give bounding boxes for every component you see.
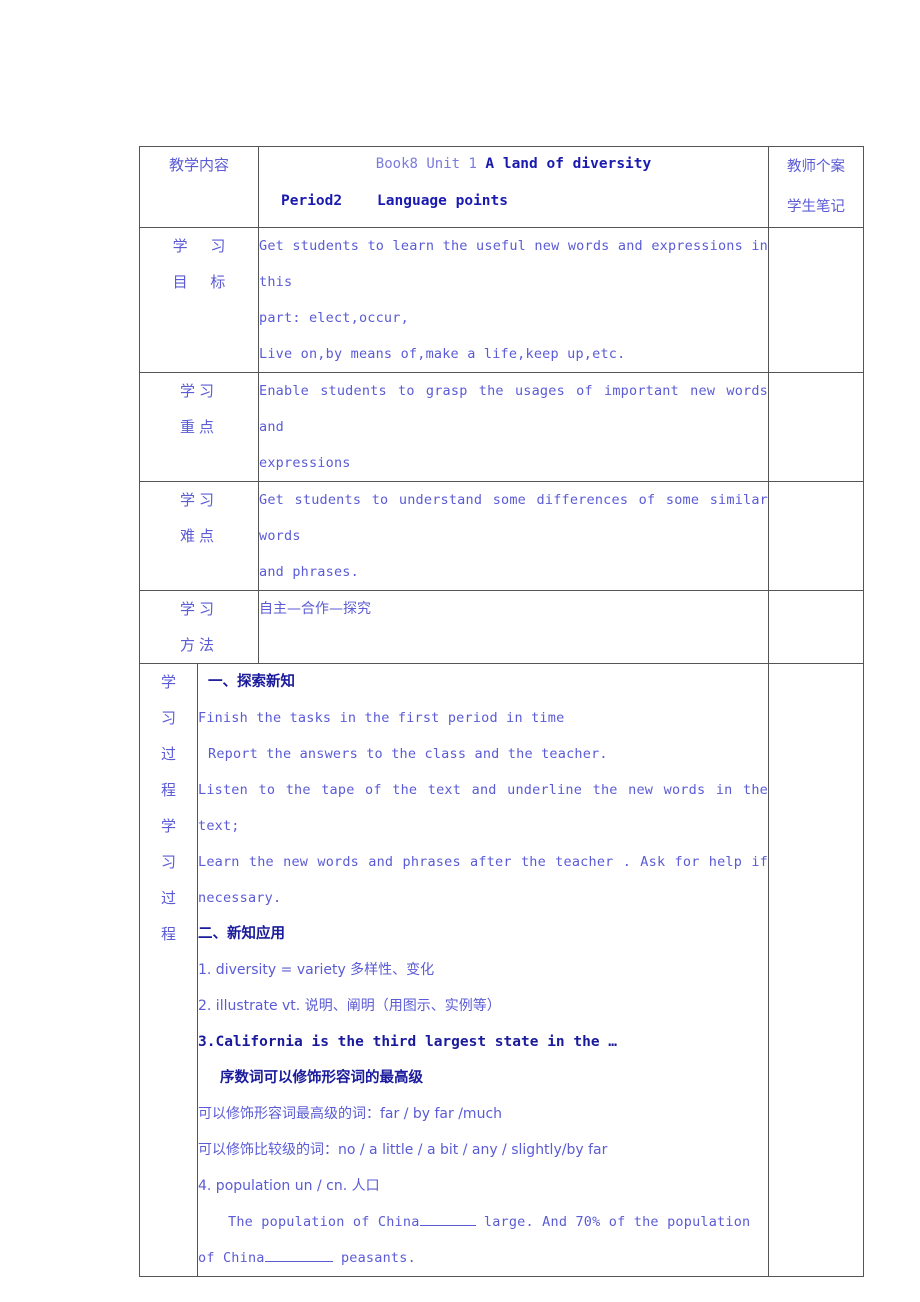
book-unit-label: Book8 Unit 1	[375, 156, 477, 172]
table-row-key-points: 学习 重点 Enable students to grasp the usage…	[138, 372, 865, 482]
objectives-content: Get students to learn the useful new wor…	[258, 227, 770, 373]
blank-line	[419, 1212, 476, 1226]
process-line: Learn the new words and phrases after th…	[198, 854, 769, 870]
process-label-char: 程	[160, 925, 176, 943]
process-line: Finish the tasks in the first period in …	[198, 710, 565, 726]
key-points-content: Enable students to grasp the usages of i…	[258, 372, 770, 482]
section-heading-explore: 一、探索新知	[208, 674, 295, 690]
grammar-note-ordinal: 序数词可以修饰形容词的最高级	[220, 1070, 423, 1086]
process-line: Report the answers to the class and the …	[208, 746, 608, 762]
process-label-char: 习	[160, 853, 176, 871]
example-sentence-1: The population of China large. And 70% o…	[198, 1204, 768, 1240]
methods-line: 自主—合作—探究	[259, 601, 372, 617]
period-line: Period2 Language points	[259, 181, 768, 221]
lesson-plan-table: 教学内容 Book8 Unit 1 A land of diversity Pe…	[138, 146, 865, 1277]
period-topic: Language points	[377, 193, 508, 209]
teacher-notes-label: 教师个案	[787, 159, 846, 175]
notes-cell-methods	[768, 590, 865, 664]
process-label-char: 学	[160, 673, 176, 691]
key-points-line: expressions	[259, 455, 351, 471]
objectives-line: part: elect,occur,	[259, 310, 409, 326]
row-label-difficulties: 学习 难点	[138, 481, 260, 591]
process-line: necessary.	[198, 890, 282, 906]
row-label-methods: 学习 方法	[138, 590, 260, 664]
example-text: large. And 70% of the population	[483, 1214, 751, 1230]
methods-content: 自主—合作—探究	[258, 590, 770, 664]
example-text: of China	[198, 1250, 265, 1266]
vocab-item-1: 1. diversity = variety 多样性、变化	[198, 962, 435, 978]
table-row-header: 教学内容 Book8 Unit 1 A land of diversity Pe…	[138, 146, 865, 228]
table-row-methods: 学习 方法 自主—合作—探究	[138, 590, 865, 664]
row-label-line: 方法	[180, 636, 219, 654]
vocab-item-2: 2. illustrate vt. 说明、阐明（用图示、实例等）	[198, 998, 501, 1014]
difficulties-line: Get students to understand some differen…	[259, 492, 769, 544]
vocab-item-4: 4. population un / cn. 人口	[198, 1178, 380, 1194]
notes-cell-process	[768, 663, 865, 1277]
difficulties-content: Get students to understand some differen…	[258, 481, 770, 591]
objectives-line: Live on,by means of,make a life,keep up,…	[259, 346, 626, 362]
notes-cell-difficulties	[768, 481, 865, 591]
lesson-title-cell: Book8 Unit 1 A land of diversity Period2…	[258, 146, 770, 228]
notes-cell-key-points	[768, 372, 865, 482]
notes-column-header: 教师个案 学生笔记	[768, 146, 865, 228]
row-label-line: 学习	[180, 600, 219, 618]
key-points-line: Enable students to grasp the usages of i…	[259, 383, 769, 435]
row-label-process: 学 习 过 程 学 习 过 程	[139, 663, 198, 1277]
student-notes-label: 学生笔记	[787, 199, 846, 215]
row-label-line: 目 标	[172, 273, 235, 291]
row-label-line: 学 习	[172, 237, 235, 255]
process-label-char: 习	[160, 709, 176, 727]
worksheet-page: 教学内容 Book8 Unit 1 A land of diversity Pe…	[0, 0, 920, 1302]
teaching-content-label: 教学内容	[138, 146, 260, 228]
notes-cell-objectives	[768, 227, 865, 373]
unit-title: A land of diversity	[485, 156, 652, 172]
rule-superlative: 可以修饰形容词最高级的词：far / by far /much	[198, 1106, 503, 1122]
difficulties-line: and phrases.	[259, 564, 359, 580]
process-line: Listen to the tape of the text and under…	[198, 782, 769, 798]
process-label-char: 学	[160, 817, 176, 835]
table-row-process: 学 习 过 程 学 习 过 程 一、探索新知 Finish the tasks …	[139, 663, 865, 1277]
example-text: peasants.	[340, 1250, 416, 1266]
period-label: Period2	[281, 193, 343, 209]
process-label-char: 程	[160, 781, 176, 799]
row-label-line: 学习	[180, 491, 219, 509]
example-text: The population of China	[228, 1214, 420, 1230]
row-label-line: 难点	[180, 527, 219, 545]
process-line: text;	[198, 818, 240, 834]
process-content: 一、探索新知 Finish the tasks in the first per…	[196, 663, 770, 1277]
row-label-objectives: 学 习 目 标	[138, 227, 260, 373]
example-sentence-2: of China peasants.	[198, 1240, 768, 1276]
table-row-objectives: 学 习 目 标 Get students to learn the useful…	[138, 227, 865, 373]
blank-line	[264, 1248, 333, 1262]
process-label-char: 过	[160, 745, 176, 763]
process-label-char: 过	[160, 889, 176, 907]
rule-comparative: 可以修饰比较级的词：no / a little / a bit / any / …	[198, 1142, 608, 1158]
row-label-key-points: 学习 重点	[138, 372, 260, 482]
vocab-item-3: 3.California is the third largest state …	[198, 1034, 618, 1050]
row-label-line: 重点	[180, 418, 219, 436]
objectives-line: Get students to learn the useful new wor…	[259, 238, 769, 290]
section-heading-apply: 二、新知应用	[198, 926, 285, 942]
row-label-line: 学习	[180, 382, 219, 400]
lesson-title-line: Book8 Unit 1 A land of diversity	[259, 147, 768, 181]
table-row-difficulties: 学习 难点 Get students to understand some di…	[138, 481, 865, 591]
